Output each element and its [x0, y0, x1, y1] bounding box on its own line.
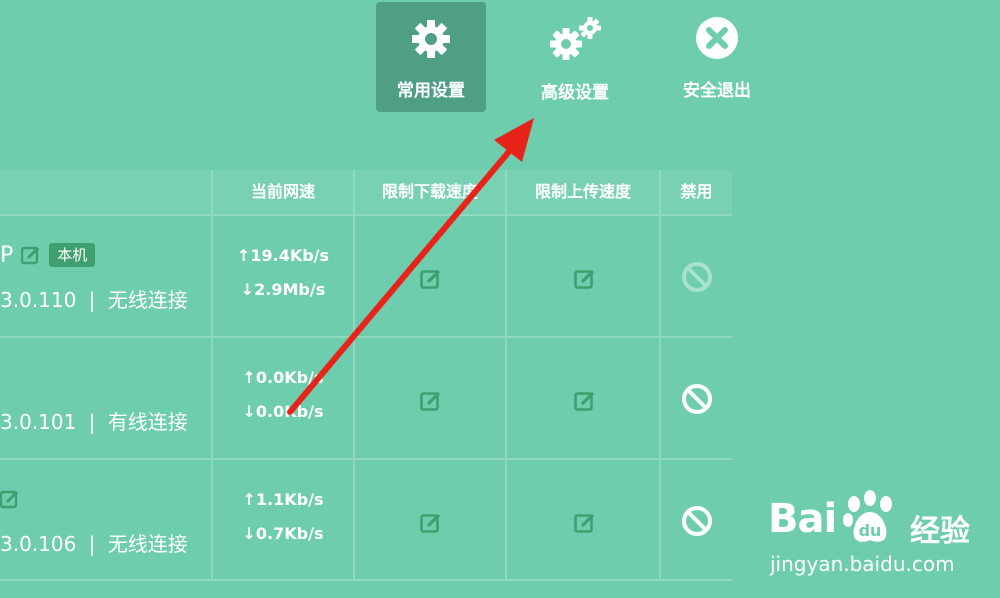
close-circle-icon	[662, 16, 772, 62]
connection-type: 有线连接	[107, 410, 188, 434]
device-ip: 3.0.110	[0, 288, 77, 312]
nav-label: 常用设置	[397, 81, 465, 101]
header-download-limit: 限制下载速度	[381, 182, 478, 201]
baidu-jingyan-watermark: Bai du 经验 jingyan.baidu.com	[760, 488, 1000, 588]
connection-type: 无线连接	[107, 288, 188, 312]
local-device-badge: 本机	[49, 243, 96, 267]
device-info: 3.0.101 | 有线连接	[0, 406, 188, 435]
paw-icon: du	[843, 490, 892, 542]
separator: |	[88, 288, 96, 312]
device-info: 3.0.106 | 无线连接	[0, 528, 188, 557]
nav-label: 高级设置	[541, 83, 609, 103]
gear-icon	[376, 16, 486, 62]
nav-advanced-settings[interactable]: 高级设置	[520, 2, 630, 112]
watermark-url: jingyan.baidu.com	[770, 552, 955, 576]
download-limit-edit-icon[interactable]	[420, 268, 442, 290]
upload-limit-edit-icon[interactable]	[574, 390, 596, 412]
header-upload-limit: 限制上传速度	[534, 182, 631, 201]
device-name-text: P	[0, 242, 14, 268]
watermark-brand-suffix: 经验	[910, 514, 970, 549]
download-limit-edit-icon[interactable]	[420, 390, 442, 412]
download-limit-edit-icon[interactable]	[420, 512, 442, 534]
svg-text:du: du	[859, 521, 882, 540]
gears-icon	[520, 16, 630, 62]
header-speed: 当前网速	[250, 182, 315, 201]
device-info: 3.0.110 | 无线连接	[0, 284, 188, 313]
download-speed: ↓0.0Kb/s	[242, 402, 324, 421]
connection-type: 无线连接	[107, 532, 188, 556]
edit-name-icon[interactable]	[21, 245, 41, 265]
nav-label: 安全退出	[683, 81, 751, 101]
device-ip: 3.0.106	[0, 532, 77, 556]
upload-speed: ↑0.0Kb/s	[242, 368, 324, 387]
upload-speed: ↑1.1Kb/s	[242, 490, 324, 509]
table-row: P 本机 3.0.110 | 无线连接 ↑19.4Kb/s ↓2.9Mb/s	[0, 216, 732, 336]
download-speed: ↓2.9Mb/s	[240, 280, 326, 299]
disable-icon-dimmed	[681, 261, 713, 293]
disable-icon[interactable]	[681, 505, 713, 537]
separator: |	[88, 532, 96, 556]
table-row: 3.0.106 | 无线连接 ↑1.1Kb/s ↓0.7Kb/s	[0, 460, 732, 580]
upload-limit-edit-icon[interactable]	[574, 268, 596, 290]
table-header: 当前网速 限制下载速度 限制上传速度 禁用	[0, 170, 732, 214]
disable-icon[interactable]	[681, 383, 713, 415]
separator: |	[88, 410, 96, 434]
edit-name-icon[interactable]	[0, 489, 20, 509]
upload-limit-edit-icon[interactable]	[574, 512, 596, 534]
download-speed: ↓0.7Kb/s	[242, 524, 324, 543]
device-name: P 本机	[0, 240, 96, 270]
upload-speed: ↑19.4Kb/s	[236, 246, 330, 265]
watermark-brand: Bai	[768, 496, 837, 542]
header-disable: 禁用	[680, 182, 713, 201]
top-nav: 常用设置 高级设置 安全退出	[0, 0, 1000, 120]
nav-common-settings[interactable]: 常用设置	[376, 2, 486, 112]
device-name	[0, 484, 20, 514]
nav-logout[interactable]: 安全退出	[662, 2, 772, 112]
table-row: 3.0.101 | 有线连接 ↑0.0Kb/s ↓0.0Kb/s	[0, 338, 732, 458]
device-ip: 3.0.101	[0, 410, 77, 434]
